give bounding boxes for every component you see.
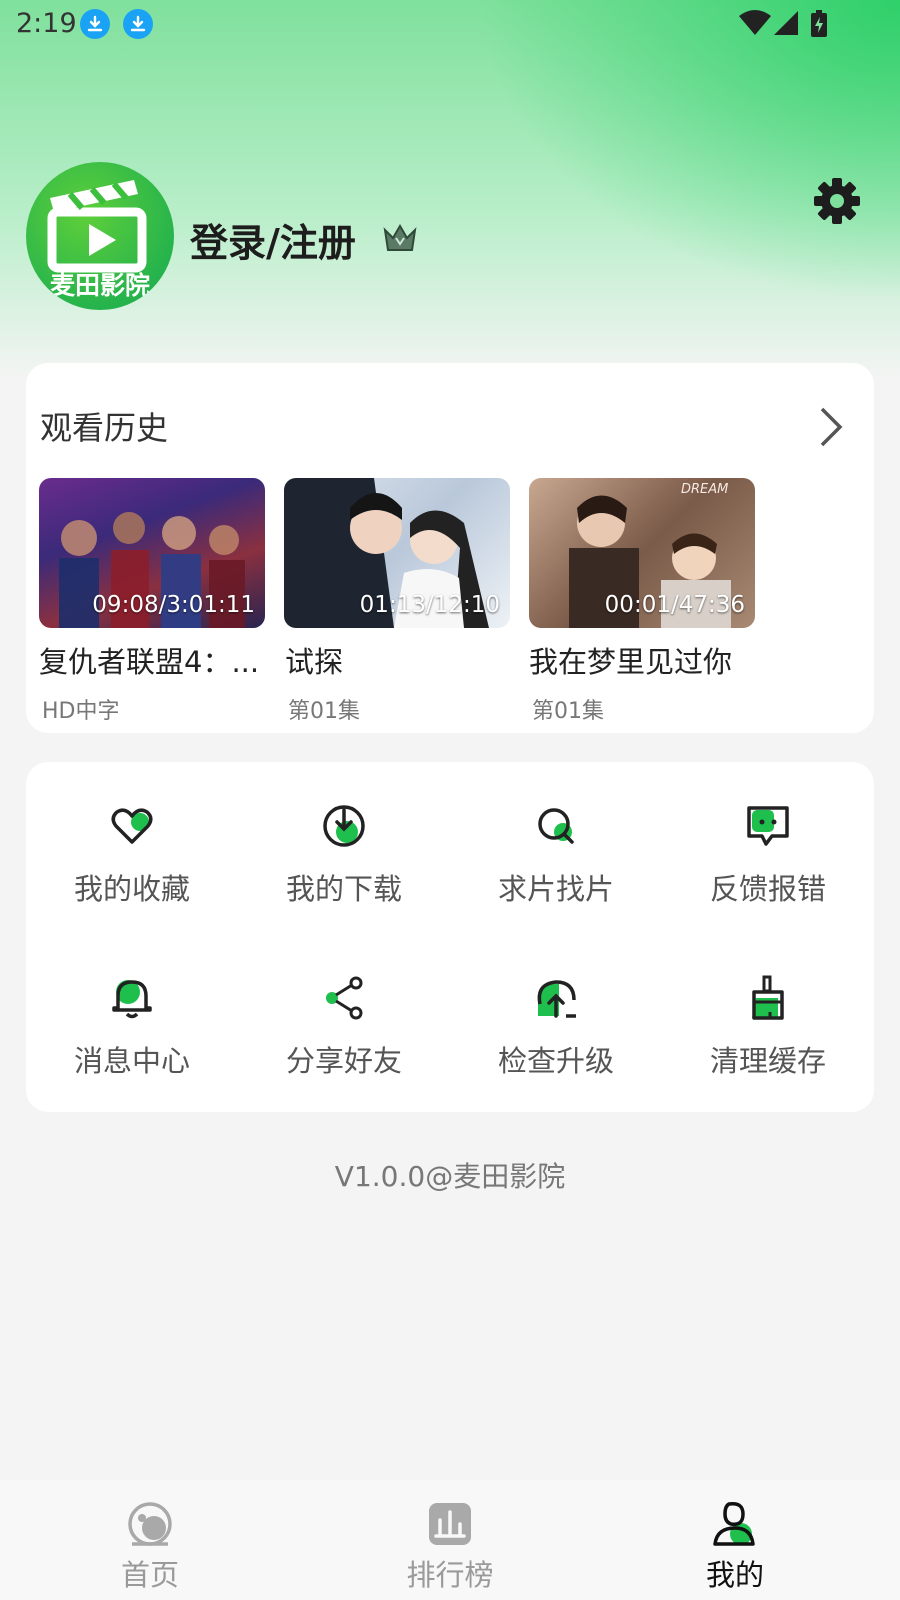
menu-label: 清理缓存 xyxy=(709,1044,826,1078)
broom-icon xyxy=(752,975,784,1020)
feedback-icon xyxy=(747,806,789,846)
watch-history-card: 观看历史 09:08/3:01:11 复仇者联盟4：... HD中字 01:13… xyxy=(26,363,874,733)
history-title: 观看历史 xyxy=(40,409,169,447)
menu-downloads[interactable]: 我的下载 xyxy=(238,762,450,906)
history-thumbnail[interactable]: 09:08/3:01:11 xyxy=(39,478,265,628)
menu-label: 反馈报错 xyxy=(709,872,826,906)
ranking-icon xyxy=(429,1503,471,1545)
chevron-right-icon[interactable] xyxy=(812,405,846,449)
wifi-icon xyxy=(739,10,771,35)
watch-progress: 01:13/12:10 xyxy=(359,592,500,618)
bottom-tab-bar: 首页 排行榜 我的 xyxy=(0,1480,900,1600)
poster-title-text: DREAM xyxy=(681,482,729,497)
history-item-title[interactable]: 我在梦里见过你 xyxy=(529,639,755,681)
history-item-subtitle: HD中字 xyxy=(42,699,120,724)
version-text: V1.0.0@麦田影院 xyxy=(334,1160,566,1193)
login-register-link[interactable]: 登录/注册 xyxy=(190,212,356,267)
tab-label: 首页 xyxy=(120,1558,179,1592)
history-item-title[interactable]: 试探 xyxy=(285,639,511,681)
history-thumbnail[interactable]: DREAM 00:01/47:36 xyxy=(529,478,755,628)
menu-message-center[interactable]: 消息中心 xyxy=(26,934,238,1078)
crown-icon[interactable] xyxy=(382,222,418,254)
menu-check-update[interactable]: 检查升级 xyxy=(450,934,662,1078)
upgrade-icon xyxy=(537,980,576,1018)
history-item-subtitle: 第01集 xyxy=(288,699,360,724)
share-icon xyxy=(326,976,363,1020)
history-item-title[interactable]: 复仇者联盟4：... xyxy=(39,639,265,681)
tab-label: 排行榜 xyxy=(406,1558,494,1592)
menu-label: 检查升级 xyxy=(497,1044,614,1078)
tab-ranking[interactable]: 排行榜 xyxy=(300,1480,600,1600)
gear-icon[interactable] xyxy=(812,176,862,226)
menu-favorites[interactable]: 我的收藏 xyxy=(26,762,238,906)
menu-request-movies[interactable]: 求片找片 xyxy=(450,762,662,906)
status-bar: 2:19 xyxy=(0,0,900,48)
menu-feedback[interactable]: 反馈报错 xyxy=(662,762,874,906)
avatar-brand-text: 麦田影院 xyxy=(49,271,150,300)
function-menu-card: 我的收藏 我的下载 求片找片 反馈报错 消息中心 分享好友 检查升级 清理缓存 xyxy=(26,762,874,1112)
tab-home[interactable]: 首页 xyxy=(0,1480,300,1600)
history-thumbnail[interactable]: 01:13/12:10 xyxy=(284,478,510,628)
watch-progress: 09:08/3:01:11 xyxy=(92,592,255,618)
menu-label: 我的下载 xyxy=(285,872,402,906)
history-item-subtitle: 第01集 xyxy=(532,699,604,724)
menu-clear-cache[interactable]: 清理缓存 xyxy=(662,934,874,1078)
tab-mine[interactable]: 我的 xyxy=(585,1480,885,1600)
download-circle-icon xyxy=(323,805,365,847)
menu-label: 我的收藏 xyxy=(73,872,190,906)
profile-icon xyxy=(713,1501,755,1546)
heart-icon xyxy=(111,808,153,844)
status-time: 2:19 xyxy=(16,8,77,39)
avatar[interactable]: 麦田影院 xyxy=(26,162,174,310)
download-icon xyxy=(80,9,110,39)
home-icon xyxy=(128,1502,172,1546)
signal-icon xyxy=(774,11,798,35)
menu-label: 消息中心 xyxy=(73,1044,190,1078)
tab-label: 我的 xyxy=(705,1558,764,1592)
search-icon xyxy=(538,808,574,844)
menu-label: 求片找片 xyxy=(497,872,614,906)
menu-label: 分享好友 xyxy=(285,1044,402,1078)
download-icon xyxy=(123,9,153,39)
bell-icon xyxy=(112,980,152,1019)
battery-charging-icon xyxy=(811,10,827,37)
menu-share[interactable]: 分享好友 xyxy=(238,934,450,1078)
watch-progress: 00:01/47:36 xyxy=(604,592,745,618)
